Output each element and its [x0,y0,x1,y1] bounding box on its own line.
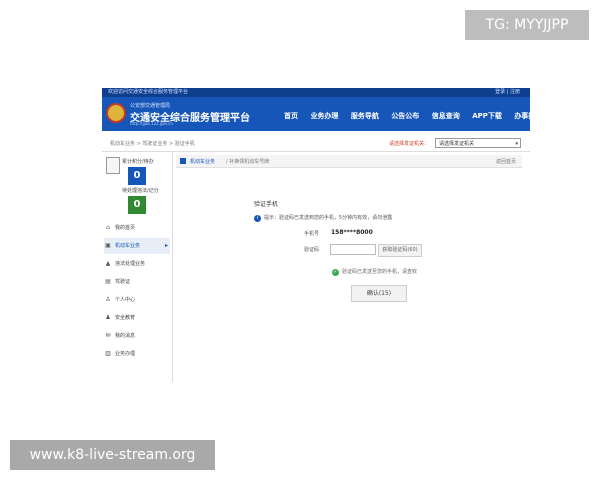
sidebar: 累计积分/待办 0 待处理违法/记分 0 ⌂ 我的首页 ▣ 机动车业务 ▸ ▲ 违法处… [102,152,173,382]
confirm-button[interactable]: 确认(15) [351,285,407,302]
notice-text: i 提示：验证码已发送到您的手机，5分钟内有效，请勿泄露 [254,214,392,222]
section-title: 验证手机 [254,201,279,208]
stat-badge-violations[interactable]: 0 [128,196,146,214]
sent-tip-text: 验证码已发送至您的手机，请查收 [342,269,418,275]
nav-query[interactable]: 信息查询 [432,112,460,120]
chevron-down-icon: ▾ [515,141,518,147]
nav-service[interactable]: 服务导航 [351,112,379,120]
sidebar-item-home[interactable]: ⌂ 我的首页 [104,220,170,236]
nav-guide[interactable]: 办事指南 [514,112,542,120]
site-subtitle: 公安部交通管理局 [130,103,171,109]
main-nav: 首页 业务办理 服务导航 公告公布 信息查询 APP下载 办事指南 [284,111,552,121]
breadcrumb-bar: 机动车业务 > 驾驶证业务 > 验证手机 请选择发证机关： 请选择发证机关 ▾ [102,137,530,152]
top-bar-login-link[interactable]: 登录 | 注册 [495,88,520,97]
person-icon: ♙ [105,296,111,303]
sidebar-item-handling[interactable]: ▥ 业务办理 [104,346,170,362]
police-emblem-icon [106,103,126,123]
content-path: / 补换领机动车号牌 [226,159,270,165]
mail-icon: ✉ [105,332,111,339]
sidebar-item-violation[interactable]: ▲ 违法处理业务 [104,256,170,272]
issuer-select[interactable]: 请选择发证机关 ▾ [435,138,521,148]
nav-home[interactable]: 首页 [284,112,298,120]
top-bar: 欢迎访问交通安全综合服务管理平台 登录 | 注册 [102,88,530,97]
chevron-right-icon: ▸ [164,242,168,249]
back-home-link[interactable]: 返回首页 [496,158,516,165]
sent-tip: ✓ 验证码已发送至您的手机，请查收 [332,268,417,276]
nav-app[interactable]: APP下载 [472,112,502,120]
document-icon [106,157,120,174]
sidebar-item-vehicle[interactable]: ▣ 机动车业务 ▸ [104,238,170,254]
sidebar-item-messages[interactable]: ✉ 我的消息 [104,328,170,344]
check-icon: ✓ [332,269,339,276]
verification-code-input[interactable] [330,244,376,255]
stat-label-violations: 待处理违法/记分 [122,188,159,194]
code-label: 验证码 [304,247,320,253]
top-bar-welcome: 欢迎访问交通安全综合服务管理平台 [108,89,189,95]
sidebar-item-label: 机动车业务 [115,243,141,249]
sidebar-item-label: 业务办理 [115,351,136,357]
info-icon: i [254,215,261,222]
breadcrumb: 机动车业务 > 驾驶证业务 > 验证手机 [110,141,195,147]
site-header: 公安部交通管理局 交通安全综合服务管理平台 http://gab.122.gov… [102,97,542,131]
chart-icon: ▤ [105,278,111,285]
phone-label: 手机号 [304,231,320,237]
sidebar-item-label: 我的首页 [115,225,136,231]
book-icon: ▥ [105,350,111,357]
site-url: http://gab.122.gov.cn [130,121,174,126]
watermark-url: www.k8-live-stream.org [10,440,215,470]
notice-message: 提示：验证码已发送到您的手机，5分钟内有效，请勿泄露 [264,215,393,221]
issuer-select-label: 请选择发证机关： [389,141,430,147]
sidebar-item-label: 我的消息 [115,333,136,339]
sidebar-item-profile[interactable]: ♙ 个人中心 [104,292,170,308]
get-code-button[interactable]: 获取验证码(60) [378,244,422,257]
phone-value: 158****8000 [331,229,373,236]
content-header: 机动车业务 / 补换领机动车号牌 返回首页 [176,155,522,168]
car-icon: ▣ [105,242,111,249]
nav-notice[interactable]: 公告公布 [391,112,419,120]
stat-badge-points[interactable]: 0 [128,167,146,185]
sidebar-item-label: 驾驶证 [115,279,131,285]
warning-icon: ▲ [105,260,111,267]
sidebar-item-label: 违法处理业务 [115,261,146,267]
sidebar-item-license[interactable]: ▤ 驾驶证 [104,274,170,290]
sidebar-item-education[interactable]: ♟ 安全教育 [104,310,170,326]
telegram-tag: TG: MYYJJPP [465,10,589,40]
sidebar-item-label: 安全教育 [115,315,136,321]
content-tab[interactable]: 机动车业务 [190,158,215,165]
nav-business[interactable]: 业务办理 [310,112,338,120]
sidebar-item-label: 个人中心 [115,297,136,303]
stat-label-points: 累计积分/待办 [122,159,154,165]
users-icon: ♟ [105,314,111,321]
section-marker-icon [180,158,186,164]
home-icon: ⌂ [106,224,110,231]
issuer-select-value: 请选择发证机关 [439,141,475,147]
